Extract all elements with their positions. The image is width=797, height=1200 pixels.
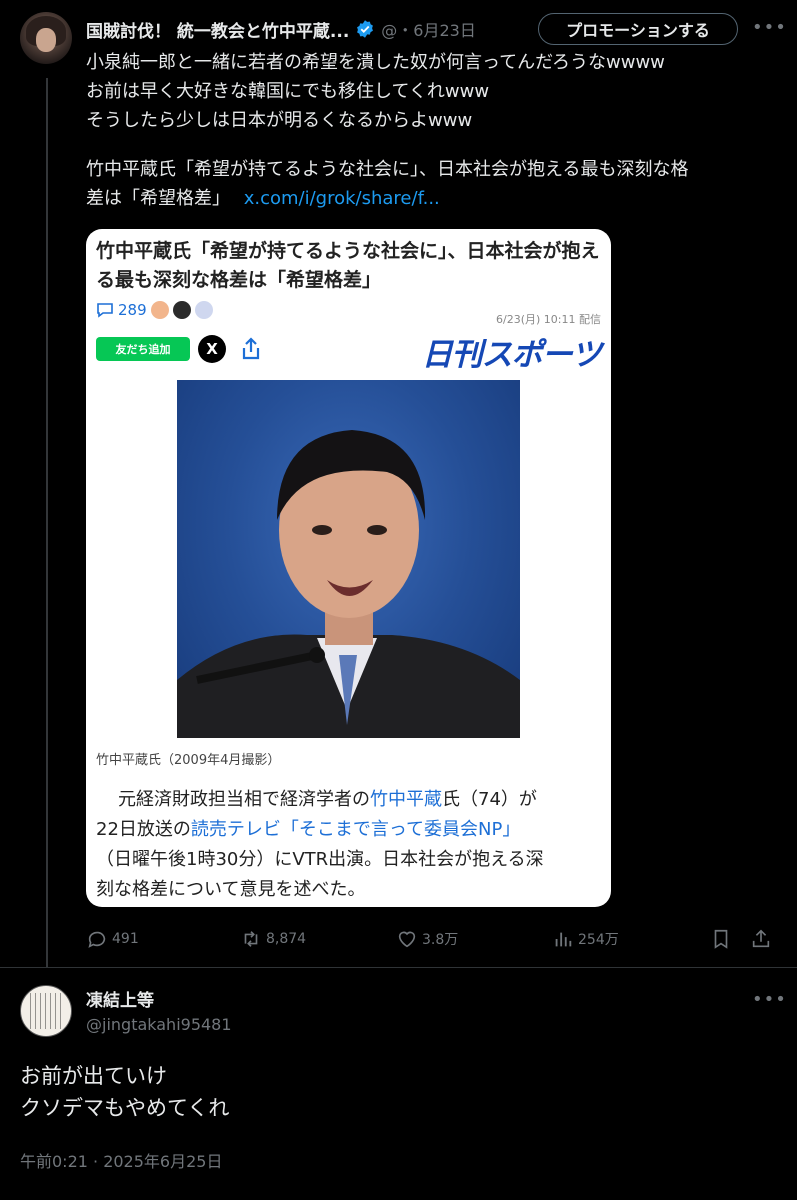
views-action[interactable]: 254万 xyxy=(552,924,619,954)
tweet-line: 小泉純一郎と一緒に若者の希望を潰した奴が何言ってんだろうなwwww xyxy=(86,52,665,73)
reply-line: お前が出ていけ xyxy=(20,1064,167,1088)
card-comments[interactable]: 289 xyxy=(96,301,213,319)
article-text: 刻な格差について意見を述べた。 xyxy=(96,879,366,900)
x-share-icon[interactable]: X xyxy=(198,335,226,363)
reply-author-avatar[interactable] xyxy=(20,985,72,1037)
reply-line: クソデマもやめてくれ xyxy=(20,1096,230,1120)
article-keyword-link[interactable]: 読売テレビ xyxy=(191,819,281,840)
promote-button[interactable]: プロモーションする xyxy=(538,13,738,45)
retweet-count: 8,874 xyxy=(266,931,307,947)
more-icon[interactable]: ••• xyxy=(752,990,786,1014)
reply-handle[interactable]: @jingtakahi95481 xyxy=(86,1015,232,1034)
reply-action[interactable]: 491 xyxy=(86,924,139,954)
tweet-line-with-link: 差は「希望格差」 x.com/i/grok/share/f... xyxy=(86,184,776,213)
article-body: 元経済財政担当相で経済学者の竹中平蔵氏（74）が 22日放送の読売テレビ「そこま… xyxy=(96,785,601,905)
reaction-avatar-icon xyxy=(194,301,213,319)
reply-count: 491 xyxy=(112,931,139,947)
share-action[interactable] xyxy=(750,924,776,954)
comment-icon xyxy=(97,303,113,318)
like-count: 3.8万 xyxy=(422,932,459,948)
tweet-line: 差は「希望格差」 xyxy=(86,188,230,209)
portrait-illustration xyxy=(177,430,520,738)
views-count: 254万 xyxy=(578,932,619,948)
divider xyxy=(0,967,797,968)
article-text: （日曜午後1時30分）にVTR出演。日本社会が抱える深 xyxy=(96,849,544,870)
comment-icon xyxy=(88,931,106,948)
thread-line xyxy=(46,78,48,968)
tweet-link[interactable]: x.com/i/grok/share/f... xyxy=(244,188,440,209)
tweet-line: 竹中平蔵氏「希望が持てるような社会に」、日本社会が抱える最も深刻な格 xyxy=(86,159,689,180)
share-icon xyxy=(752,929,770,948)
tweet-header: 国賊討伐！ 統一教会と竹中平蔵... @・6月23日 xyxy=(86,14,476,44)
brand-logo: 日刊スポーツ xyxy=(421,337,602,373)
retweet-action[interactable]: 8,874 xyxy=(240,924,306,954)
bookmark-icon xyxy=(714,929,728,949)
article-text: 氏（74）が xyxy=(442,789,537,810)
handle-date[interactable]: @・6月23日 xyxy=(381,17,476,41)
article-card[interactable]: 竹中平蔵氏「希望が持てるような社会に」、日本社会が抱える最も深刻な格差は「希望格… xyxy=(86,229,611,907)
reaction-avatar-icon xyxy=(172,301,191,319)
article-text: 元経済財政担当相で経済学者の xyxy=(118,789,370,810)
tweet-actions: 491 8,874 3.8万 254万 xyxy=(86,924,776,954)
card-dateline: 6/23(月) 10:11 配信 xyxy=(496,313,601,326)
views-icon xyxy=(555,932,572,947)
tweet-line: お前は早く大好きな韓国にでも移住してくれwww xyxy=(86,81,490,102)
article-keyword-link[interactable]: 「そこまで言って委員会NP」 xyxy=(281,819,520,840)
more-icon[interactable]: ••• xyxy=(752,18,786,42)
card-title: 竹中平蔵氏「希望が持てるような社会に」、日本社会が抱える最も深刻な格差は「希望格… xyxy=(96,240,600,291)
reply-author-name[interactable]: 凍結上等 xyxy=(86,986,154,1011)
author-name[interactable]: 国賊討伐！ 統一教会と竹中平蔵... xyxy=(86,17,349,42)
article-text: 22日放送の xyxy=(96,819,191,840)
author-avatar[interactable] xyxy=(20,12,72,64)
article-keyword-link[interactable]: 竹中平蔵 xyxy=(370,789,442,810)
avatar-face xyxy=(36,28,56,52)
tweet-line: そうしたら少しは日本が明るくなるからよwww xyxy=(86,110,473,131)
verified-badge-icon xyxy=(357,20,374,38)
photo-caption: 竹中平蔵氏（2009年4月撮影） xyxy=(96,753,281,768)
reaction-avatar-icon xyxy=(150,301,169,319)
reply-timestamp[interactable]: 午前0:21 · 2025年6月25日 xyxy=(20,1148,222,1172)
article-photo[interactable] xyxy=(177,380,520,738)
like-action[interactable]: 3.8万 xyxy=(396,924,458,954)
line-add-friend-button[interactable]: 友だち追加 xyxy=(96,337,190,361)
retweet-icon xyxy=(244,931,258,947)
comment-count: 289 xyxy=(118,301,147,319)
bookmark-action[interactable] xyxy=(710,924,736,954)
share-icon[interactable] xyxy=(238,336,264,362)
tweet-text: 小泉純一郎と一緒に若者の希望を潰した奴が何言ってんだろうなwwww お前は早く大… xyxy=(86,48,776,213)
reply-text: お前が出ていけ クソデマもやめてくれ xyxy=(20,1060,229,1124)
avatar-calligraphy xyxy=(30,993,64,1029)
heart-icon xyxy=(398,931,416,948)
